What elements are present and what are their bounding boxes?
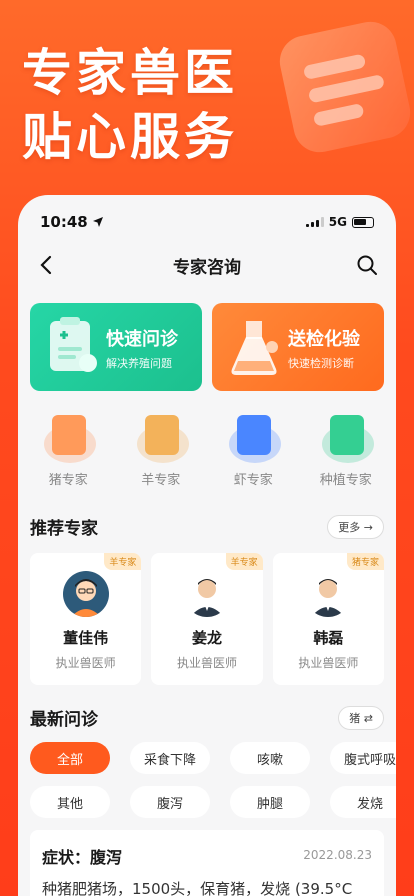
- page-title: 专家咨询: [173, 257, 241, 278]
- chip-diarrhea[interactable]: 腹泻: [130, 786, 210, 818]
- quick-consult-card[interactable]: 快速问诊 解决养殖问题: [30, 303, 202, 391]
- sheep-icon: [131, 413, 191, 465]
- flask-icon: [231, 321, 278, 375]
- case-description: 种猪肥猪场，1500头，保育猪，发烧 (39.5°C: [42, 880, 353, 896]
- avatar: [62, 571, 109, 617]
- category-label: 猪专家: [48, 473, 88, 488]
- category-plant[interactable]: 种植专家: [306, 413, 386, 488]
- battery-icon: [352, 216, 374, 228]
- network-label: 5G: [328, 215, 347, 229]
- quick-consult-subtitle: 解决养殖问题: [106, 357, 172, 370]
- recommend-header: 推荐专家 更多 →: [18, 514, 396, 539]
- category-shrimp[interactable]: 虾专家: [213, 413, 293, 488]
- chip-cough[interactable]: 咳嗽: [230, 742, 310, 774]
- category-pig[interactable]: 猪专家: [28, 413, 108, 488]
- pig-icon: [38, 413, 98, 465]
- expert-tag: 猪专家: [346, 553, 384, 570]
- symptom-filter: 全部 采食下降 咳嗽 腹式呼吸 其他 腹泻 肿腿 发烧: [18, 742, 396, 818]
- nav-bar: 专家咨询: [18, 241, 396, 289]
- status-time: 10:48: [40, 213, 88, 231]
- expert-name: 姜龙: [191, 629, 222, 647]
- chip-other[interactable]: 其他: [30, 786, 110, 818]
- hero-decoration: [275, 17, 414, 157]
- expert-tag: 羊专家: [225, 553, 263, 570]
- consultation-card[interactable]: 症状：腹泻 2022.08.23 种猪肥猪场，1500头，保育猪，发烧 (39.…: [30, 830, 384, 896]
- back-arrow-icon[interactable]: [36, 254, 58, 276]
- case-date: 2022.08.23: [303, 848, 372, 862]
- medical-record-icon: [50, 317, 97, 372]
- chip-swollen-leg[interactable]: 肿腿: [230, 786, 310, 818]
- expert-tag: 羊专家: [104, 553, 142, 570]
- recommend-heading: 推荐专家: [30, 519, 98, 539]
- latest-heading: 最新问诊: [30, 710, 98, 730]
- category-sheep[interactable]: 羊专家: [121, 413, 201, 488]
- app-screen: 10:48 5G 专家咨询 快速问诊 解决养殖问题 送检化验 快速检测诊断 猪专…: [18, 195, 396, 896]
- animal-filter-button[interactable]: 猪 ⇄: [338, 705, 384, 730]
- expert-card[interactable]: 羊专家 姜龙 执业兽医师: [151, 553, 263, 685]
- expert-list: 羊专家 董佳伟 执业兽医师 羊专家 姜龙 执业兽医师 猪专家 韩磊 执业兽医师: [18, 553, 396, 685]
- search-icon[interactable]: [356, 254, 378, 276]
- chip-appetite[interactable]: 采食下降: [130, 742, 210, 774]
- hero-title-line1: 专家兽医: [22, 44, 238, 102]
- expert-name: 董佳伟: [63, 629, 109, 647]
- expert-card[interactable]: 羊专家 董佳伟 执业兽医师: [30, 553, 142, 685]
- avatar: [305, 571, 352, 617]
- chip-abdominal-breathing[interactable]: 腹式呼吸: [330, 742, 396, 774]
- chip-all[interactable]: 全部: [30, 742, 110, 774]
- latest-header: 最新问诊 猪 ⇄: [18, 705, 396, 730]
- plant-icon: [316, 413, 376, 465]
- category-grid: 猪专家 羊专家 虾专家 种植专家: [18, 413, 396, 488]
- signal-icon: [305, 217, 324, 227]
- avatar: [183, 571, 230, 617]
- lab-test-title: 送检化验: [288, 329, 360, 350]
- category-label: 羊专家: [141, 473, 181, 488]
- chip-fever[interactable]: 发烧: [330, 786, 396, 818]
- expert-card[interactable]: 猪专家 韩磊 执业兽医师: [272, 553, 384, 685]
- lab-test-card[interactable]: 送检化验 快速检测诊断: [212, 303, 384, 391]
- expert-name: 韩磊: [313, 629, 344, 647]
- lab-test-subtitle: 快速检测诊断: [288, 357, 354, 370]
- expert-role: 执业兽医师: [176, 656, 237, 670]
- category-label: 种植专家: [319, 473, 372, 488]
- expert-role: 执业兽医师: [55, 656, 116, 670]
- location-arrow-icon: [92, 217, 103, 227]
- more-button[interactable]: 更多 →: [327, 514, 384, 539]
- status-bar: 10:48 5G: [18, 195, 396, 235]
- shrimp-icon: [223, 413, 283, 465]
- expert-role: 执业兽医师: [298, 656, 359, 670]
- category-label: 虾专家: [233, 473, 273, 488]
- hero-title-line2: 贴心服务: [22, 108, 238, 166]
- service-cards: 快速问诊 解决养殖问题 送检化验 快速检测诊断: [18, 303, 396, 391]
- quick-consult-title: 快速问诊: [106, 329, 178, 350]
